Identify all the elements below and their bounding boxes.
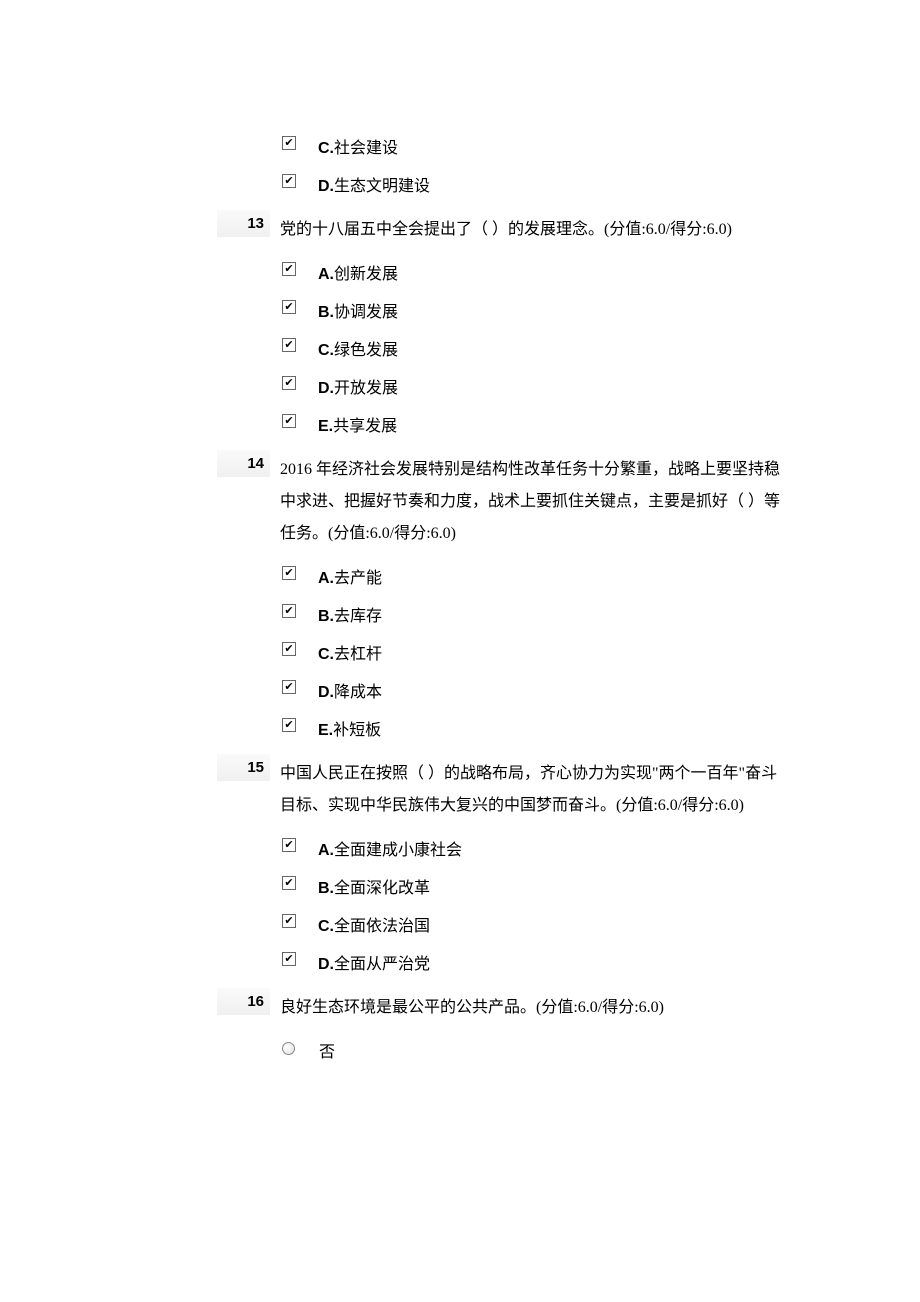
option-label: E.共享发展	[318, 412, 397, 436]
option-label: E.补短板	[318, 716, 381, 740]
option-row: ✔ B.全面深化改革	[282, 874, 780, 898]
checkbox-icon[interactable]: ✔	[282, 838, 296, 852]
option-label: C.全面依法治国	[318, 912, 430, 936]
option-label: B.去库存	[318, 602, 382, 626]
question-number: 15	[0, 754, 280, 822]
checkbox-icon[interactable]: ✔	[282, 914, 296, 928]
checkbox-icon[interactable]: ✔	[282, 642, 296, 656]
page-container: ✔ C.社会建设 ✔ D.生态文明建设 13 党的十八届五中全会提出了（ ）的发…	[0, 0, 920, 1116]
option-row: ✔ C.全面依法治国	[282, 912, 780, 936]
option-row: ✔ D.降成本	[282, 678, 780, 702]
checkbox-icon[interactable]: ✔	[282, 300, 296, 314]
option-row: ✔ A.全面建成小康社会	[282, 836, 780, 860]
question-text: 2016 年经济社会发展特别是结构性改革任务十分繁重，战略上要坚持稳中求进、把握…	[280, 450, 920, 550]
question-text: 中国人民正在按照（ ）的战略布局，齐心协力为实现"两个一百年"奋斗目标、实现中华…	[280, 754, 920, 822]
option-row: ✔ C.绿色发展	[282, 336, 780, 360]
option-label: B.协调发展	[318, 298, 398, 322]
option-row: ✔ C.社会建设	[282, 134, 780, 158]
option-row: ✔ B.去库存	[282, 602, 780, 626]
option-row: ✔ D.生态文明建设	[282, 172, 780, 196]
option-row: ✔ E.共享发展	[282, 412, 780, 436]
option-label: C.绿色发展	[318, 336, 398, 360]
question-13: 13 党的十八届五中全会提出了（ ）的发展理念。(分值:6.0/得分:6.0)	[0, 210, 920, 246]
question-number: 13	[0, 210, 280, 246]
checkbox-icon[interactable]: ✔	[282, 952, 296, 966]
option-row: ✔ E.补短板	[282, 716, 780, 740]
question-text: 党的十八届五中全会提出了（ ）的发展理念。(分值:6.0/得分:6.0)	[280, 210, 920, 246]
option-label: D.全面从严治党	[318, 950, 430, 974]
question-14: 14 2016 年经济社会发展特别是结构性改革任务十分繁重，战略上要坚持稳中求进…	[0, 450, 920, 550]
checkbox-icon[interactable]: ✔	[282, 566, 296, 580]
checkbox-icon[interactable]: ✔	[282, 174, 296, 188]
checkbox-icon[interactable]: ✔	[282, 680, 296, 694]
option-row: ✔ D.开放发展	[282, 374, 780, 398]
option-label: C.去杠杆	[318, 640, 382, 664]
option-label: B.全面深化改革	[318, 874, 430, 898]
option-row: ✔ D.全面从严治党	[282, 950, 780, 974]
question-text: 良好生态环境是最公平的公共产品。(分值:6.0/得分:6.0)	[280, 988, 920, 1024]
question-number: 16	[0, 988, 280, 1024]
option-label: A.创新发展	[318, 260, 398, 284]
option-row: ✔ B.协调发展	[282, 298, 780, 322]
checkbox-icon[interactable]: ✔	[282, 604, 296, 618]
checkbox-icon[interactable]: ✔	[282, 338, 296, 352]
checkbox-icon[interactable]: ✔	[282, 376, 296, 390]
option-row: ✔ A.去产能	[282, 564, 780, 588]
checkbox-icon[interactable]: ✔	[282, 718, 296, 732]
option-label: D.生态文明建设	[318, 172, 430, 196]
option-label: A.去产能	[318, 564, 382, 588]
checkbox-icon[interactable]: ✔	[282, 262, 296, 276]
question-16: 16 良好生态环境是最公平的公共产品。(分值:6.0/得分:6.0)	[0, 988, 920, 1024]
option-label: A.全面建成小康社会	[318, 836, 462, 860]
option-row: ✔ A.创新发展	[282, 260, 780, 284]
option-label: D.开放发展	[318, 374, 398, 398]
option-label: C.社会建设	[318, 134, 398, 158]
option-label: 否	[319, 1038, 335, 1062]
option-row: 否	[282, 1038, 780, 1062]
option-label: D.降成本	[318, 678, 382, 702]
checkbox-icon[interactable]: ✔	[282, 876, 296, 890]
checkbox-icon[interactable]: ✔	[282, 136, 296, 150]
question-15: 15 中国人民正在按照（ ）的战略布局，齐心协力为实现"两个一百年"奋斗目标、实…	[0, 754, 920, 822]
question-number: 14	[0, 450, 280, 550]
checkbox-icon[interactable]: ✔	[282, 414, 296, 428]
radio-icon[interactable]	[282, 1042, 295, 1055]
option-row: ✔ C.去杠杆	[282, 640, 780, 664]
